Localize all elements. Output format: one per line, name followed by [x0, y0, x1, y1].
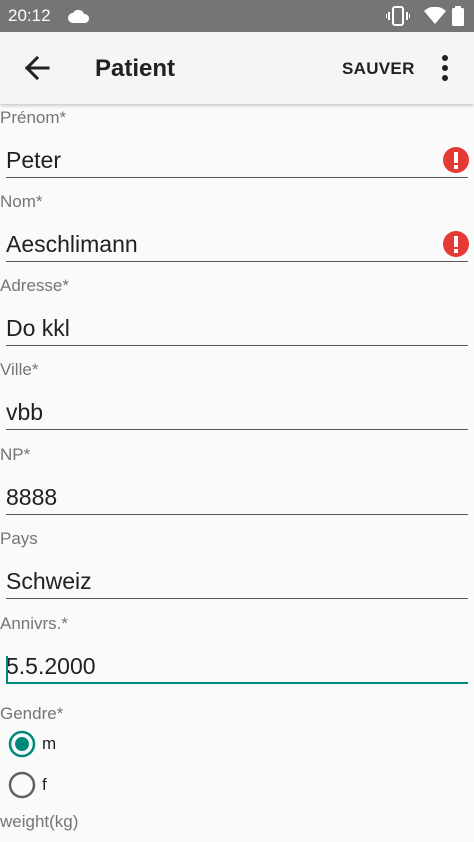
field-label: NP*	[0, 445, 31, 464]
save-button[interactable]: SAUVER	[342, 59, 415, 79]
birthday-input[interactable]	[6, 650, 468, 684]
field-address: Adresse*	[0, 272, 474, 356]
error-icon	[443, 231, 469, 262]
field-label: Annivrs.*	[0, 614, 69, 633]
address-input[interactable]	[6, 312, 468, 346]
field-first-name: Prénom*	[0, 104, 474, 188]
field-postal-code: NP*	[0, 441, 474, 525]
weight-label: weight(kg)	[0, 812, 79, 831]
app-bar: Patient SAUVER	[0, 32, 474, 104]
radio-unchecked-icon	[8, 771, 36, 804]
first-name-input[interactable]	[6, 144, 468, 178]
cloud-icon	[68, 9, 90, 28]
arrow-back-icon	[24, 55, 50, 81]
radio-label: m	[42, 734, 57, 753]
status-bar: 20:12	[0, 0, 474, 32]
last-name-input[interactable]	[6, 228, 468, 262]
field-birthday: Annivrs.*	[0, 610, 474, 694]
radio-checked-icon	[8, 730, 36, 763]
field-label: Prénom*	[0, 108, 67, 127]
vibrate-icon	[385, 6, 411, 31]
field-label: Nom*	[0, 192, 43, 211]
gender-option-f[interactable]: f	[6, 768, 206, 804]
field-last-name: Nom*	[0, 188, 474, 272]
status-time: 20:12	[8, 6, 51, 25]
gender-label: Gendre*	[0, 704, 64, 723]
more-vert-icon	[442, 55, 448, 81]
radio-label: f	[42, 775, 47, 794]
back-button[interactable]	[18, 50, 58, 86]
page-title: Patient	[95, 55, 176, 82]
field-label: Pays	[0, 529, 38, 548]
error-icon	[443, 147, 469, 178]
city-input[interactable]	[6, 396, 468, 430]
postal-code-input[interactable]	[6, 481, 468, 515]
wifi-icon	[424, 6, 446, 29]
overflow-menu-button[interactable]	[432, 52, 458, 84]
field-country: Pays	[0, 525, 474, 609]
gender-option-m[interactable]: m	[6, 727, 206, 763]
field-label: Ville*	[0, 360, 39, 379]
field-city: Ville*	[0, 356, 474, 440]
battery-icon	[452, 6, 464, 31]
text-cursor	[6, 656, 8, 682]
field-label: Adresse*	[0, 276, 69, 295]
country-input[interactable]	[6, 565, 468, 599]
